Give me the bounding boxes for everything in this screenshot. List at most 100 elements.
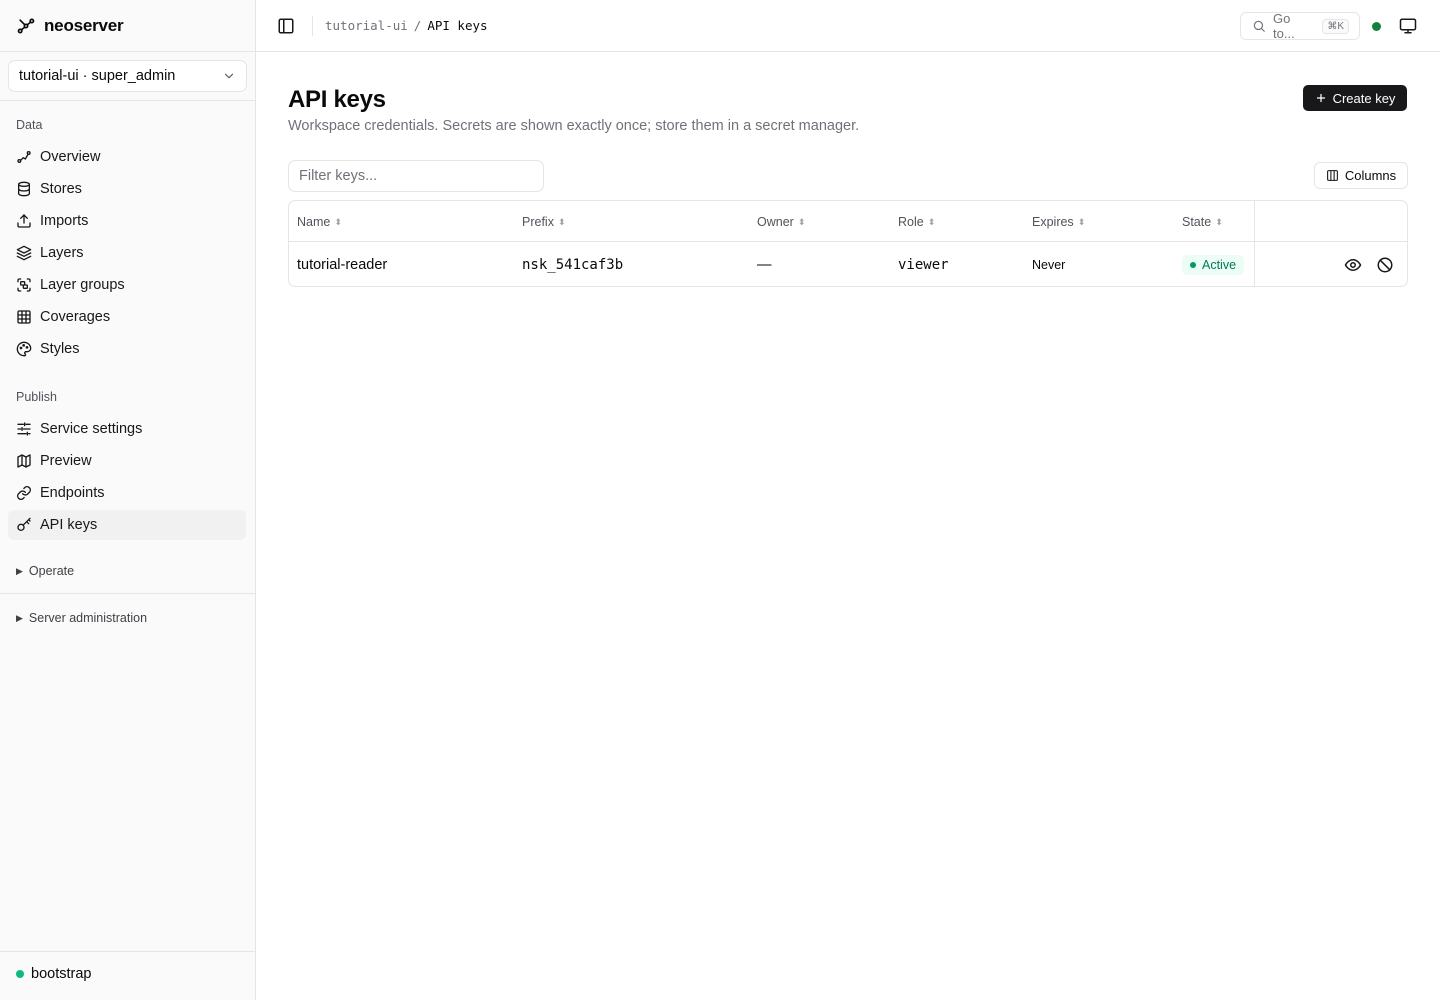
- goto-label: Go to...: [1273, 11, 1295, 41]
- cell-role: viewer: [898, 257, 949, 273]
- key-icon: [16, 517, 32, 533]
- sidebar-item-service-settings[interactable]: Service settings: [8, 414, 246, 444]
- status-badge-label: Active: [1202, 258, 1237, 272]
- actions-column-divider: [1254, 201, 1255, 286]
- sort-icon: ⬍: [557, 216, 566, 227]
- revoke-ban-icon[interactable]: [1376, 256, 1394, 274]
- cell-prefix: nsk_541caf3b: [522, 257, 624, 273]
- sidebar-section-publish: Publish: [16, 390, 57, 404]
- sidebar-item-preview[interactable]: Preview: [8, 446, 246, 476]
- sidebar-group-label: Operate: [28, 564, 75, 578]
- sidebar-item-label: Imports: [40, 213, 89, 229]
- column-header-label: Role: [898, 215, 924, 229]
- sidebar-item-stores[interactable]: Stores: [8, 174, 246, 204]
- columns-icon: [1326, 169, 1339, 182]
- sidebar-item-label: Styles: [40, 341, 80, 357]
- sidebar-item-label: Coverages: [40, 309, 111, 325]
- sidebar-item-label: Layers: [40, 245, 84, 261]
- workflow-icon: [16, 16, 36, 36]
- column-header-owner[interactable]: Owner ⬍: [757, 215, 805, 229]
- eye-icon[interactable]: [1344, 256, 1362, 274]
- create-key-button[interactable]: Create key: [1303, 85, 1407, 111]
- column-header-label: Owner: [757, 215, 794, 229]
- upload-icon: [16, 213, 32, 229]
- breadcrumb-current: API keys: [427, 18, 488, 33]
- page-title: API keys: [288, 86, 386, 113]
- sidebar-group-operate[interactable]: ▶ Operate: [16, 564, 74, 578]
- palette-icon: [16, 341, 32, 357]
- group-icon: [16, 277, 32, 293]
- chevron-down-icon: [222, 69, 236, 83]
- sidebar-divider: [0, 100, 255, 101]
- breadcrumb-separator: /: [413, 18, 422, 33]
- cell-owner: —: [757, 257, 772, 273]
- caret-right-icon: ▶: [16, 565, 23, 576]
- sort-icon: ⬍: [1077, 216, 1086, 227]
- status-badge-dot: [1190, 262, 1196, 268]
- filter-keys-input[interactable]: [288, 160, 544, 192]
- link-icon: [16, 485, 32, 501]
- columns-button[interactable]: Columns: [1314, 162, 1408, 189]
- sidebar-item-coverages[interactable]: Coverages: [8, 302, 246, 332]
- columns-label: Columns: [1344, 168, 1397, 183]
- sidebar-item-api-keys[interactable]: API keys: [8, 510, 246, 540]
- sidebar-item-label: Preview: [40, 453, 92, 469]
- brand[interactable]: neoserver: [16, 15, 124, 37]
- sort-icon: ⬍: [927, 216, 936, 227]
- sidebar-item-imports[interactable]: Imports: [8, 206, 246, 236]
- status-badge: Active: [1182, 255, 1245, 275]
- grid-icon: [16, 309, 32, 325]
- sidebar-item-styles[interactable]: Styles: [8, 334, 246, 364]
- plus-icon: [1315, 92, 1327, 104]
- breadcrumb-workspace[interactable]: tutorial-ui: [325, 18, 408, 33]
- cell-expires: Never: [1032, 258, 1066, 272]
- sidebar-toggle-icon[interactable]: [277, 17, 295, 35]
- column-header-expires[interactable]: Expires ⬍: [1032, 215, 1085, 229]
- column-header-name[interactable]: Name ⬍: [297, 215, 342, 229]
- column-header-label: State: [1182, 215, 1212, 229]
- sidebar-item-label: Endpoints: [40, 485, 105, 501]
- goto-search-button[interactable]: Go to... ⌘K: [1240, 11, 1360, 41]
- sort-icon: ⬍: [797, 216, 806, 227]
- sidebar-divider: [0, 593, 255, 594]
- sidebar-divider: [0, 951, 255, 952]
- monitor-icon[interactable]: [1399, 17, 1417, 35]
- brand-name: neoserver: [44, 16, 124, 35]
- column-header-label: Prefix: [522, 215, 554, 229]
- sidebar-group-label: Server administration: [28, 611, 148, 625]
- goto-shortcut: ⌘K: [1322, 18, 1349, 34]
- user-status-dot: [16, 970, 24, 978]
- database-icon: [16, 181, 32, 197]
- sidebar-item-overview[interactable]: Overview: [8, 142, 246, 172]
- column-header-role[interactable]: Role ⬍: [898, 215, 935, 229]
- cell-name: tutorial-reader: [297, 257, 388, 273]
- sidebar: neoserver tutorial-ui · super_admin Data…: [0, 0, 256, 1000]
- sort-icon: ⬍: [1215, 216, 1223, 227]
- search-icon: [1252, 19, 1266, 33]
- create-key-label: Create key: [1332, 90, 1396, 106]
- table-header: Name ⬍ Prefix ⬍ Owner ⬍ Role ⬍ Expires ⬍…: [289, 201, 1407, 242]
- sidebar-group-server-administration[interactable]: ▶ Server administration: [16, 611, 147, 625]
- column-header-prefix[interactable]: Prefix ⬍: [522, 215, 566, 229]
- sidebar-item-layers[interactable]: Layers: [8, 238, 246, 268]
- sidebar-item-label: Layer groups: [40, 277, 125, 293]
- sidebar-item-layer-groups[interactable]: Layer groups: [8, 270, 246, 300]
- sidebar-item-endpoints[interactable]: Endpoints: [8, 478, 246, 508]
- activity-icon: [16, 149, 32, 165]
- server-status-dot: [1372, 22, 1381, 31]
- column-header-state[interactable]: State ⬍: [1182, 215, 1223, 229]
- sidebar-section-data: Data: [16, 118, 43, 132]
- column-header-label: Expires: [1032, 215, 1074, 229]
- sidebar-item-label: Overview: [40, 149, 101, 165]
- topbar-divider: [312, 16, 313, 36]
- sidebar-item-label: Service settings: [40, 421, 143, 437]
- user-name: bootstrap: [31, 966, 92, 982]
- sidebar-divider: [0, 51, 255, 52]
- sliders-icon: [16, 421, 32, 437]
- sidebar-item-label: API keys: [40, 517, 98, 533]
- topbar: tutorial-ui / API keys Go to... ⌘K: [256, 0, 1440, 52]
- page-description: Workspace credentials. Secrets are shown…: [288, 118, 860, 134]
- workspace-selector[interactable]: tutorial-ui · super_admin: [8, 60, 247, 92]
- user-menu[interactable]: bootstrap: [16, 966, 91, 982]
- workspace-selector-label: tutorial-ui · super_admin: [19, 68, 176, 84]
